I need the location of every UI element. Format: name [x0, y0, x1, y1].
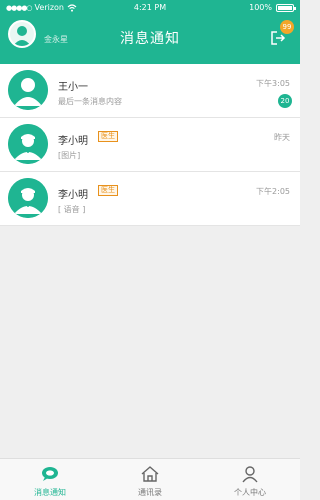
- person-icon: [242, 466, 258, 483]
- avatar: [8, 70, 48, 110]
- chat-icon: [42, 467, 58, 481]
- avatar: [8, 124, 48, 164]
- message-item[interactable]: 李小明 医生 [ 语音 ] 下午2:05: [0, 172, 300, 226]
- tab-messages[interactable]: 消息通知: [0, 459, 100, 500]
- message-time: 下午3:05: [256, 79, 290, 88]
- status-right: 100%: [249, 0, 296, 16]
- tab-bar: 消息通知 通讯录 个人中心: [0, 458, 300, 500]
- message-time: 下午2:05: [256, 187, 290, 196]
- message-list: 王小一 最后一条消息内容 下午3:05 20 李小明 医生 [图片] 昨天 李小…: [0, 64, 300, 226]
- message-item[interactable]: 李小明 医生 [图片] 昨天: [0, 118, 300, 172]
- user-avatar-icon: [8, 70, 48, 110]
- message-preview: [图片]: [58, 151, 81, 160]
- message-preview: [ 语音 ]: [58, 205, 86, 214]
- page-title: 消息通知: [120, 31, 180, 47]
- doctor-tag: 医生: [98, 185, 118, 196]
- battery-percent: 100%: [249, 3, 272, 12]
- doctor-avatar-icon: [8, 124, 48, 164]
- logout-icon[interactable]: [270, 30, 286, 46]
- tab-label: 消息通知: [34, 488, 66, 497]
- contact-name: 王小一: [58, 82, 88, 93]
- tab-label: 通讯录: [138, 488, 162, 497]
- message-item[interactable]: 王小一 最后一条消息内容 下午3:05 20: [0, 64, 300, 118]
- doctor-avatar-icon: [8, 178, 48, 218]
- home-icon: [141, 466, 159, 482]
- contact-name: 李小明: [58, 136, 88, 147]
- status-bar: ●●●●○ Verizon 4:21 PM 100%: [0, 0, 300, 16]
- tab-contacts[interactable]: 通讯录: [100, 459, 200, 500]
- contact-name: 李小明: [58, 190, 88, 201]
- message-time: 昨天: [274, 133, 290, 142]
- message-preview: 最后一条消息内容: [58, 97, 122, 106]
- unread-count-badge: 20: [278, 94, 292, 108]
- avatar: [8, 178, 48, 218]
- tab-profile[interactable]: 个人中心: [200, 459, 300, 500]
- battery-icon: [276, 4, 296, 12]
- header: ●●●●○ Verizon 4:21 PM 100% 金永星 消息通知 99: [0, 0, 300, 64]
- tab-label: 个人中心: [234, 488, 266, 497]
- doctor-tag: 医生: [98, 131, 118, 142]
